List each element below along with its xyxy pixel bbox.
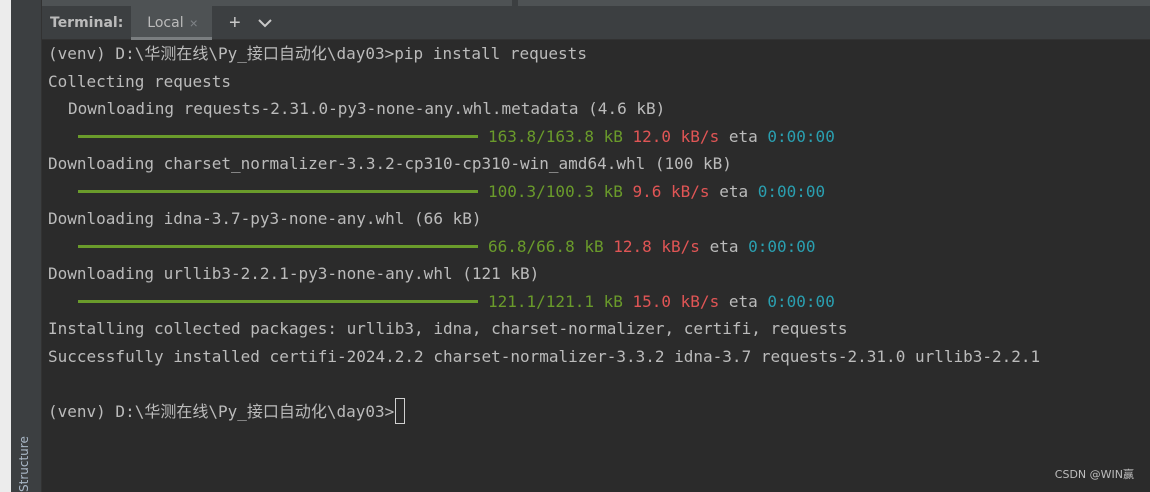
structure-tab-label: Structure bbox=[17, 436, 31, 492]
structure-side-tab[interactable]: Structure bbox=[17, 436, 35, 492]
progress-bar bbox=[78, 189, 478, 193]
progress-speed: 12.0 kB/s bbox=[632, 126, 720, 146]
progress-eta-label: eta bbox=[728, 291, 758, 311]
progress-size: 100.3/100.3 kB bbox=[488, 181, 623, 201]
progress-bar bbox=[78, 134, 478, 138]
progress-speed: 9.6 kB/s bbox=[632, 181, 710, 201]
add-terminal-button[interactable]: + bbox=[224, 12, 246, 34]
tab-local[interactable]: Local × bbox=[131, 5, 213, 40]
terminal-line-download: Downloading idna-3.7-py3-none-any.whl (6… bbox=[48, 209, 482, 228]
progress-line: 100.3/100.3 kB 9.6 kB/s eta 0:00:00 bbox=[48, 178, 1150, 206]
progress-bar bbox=[78, 244, 478, 248]
side-toolbar: Structure bbox=[11, 0, 42, 492]
progress-speed: 15.0 kB/s bbox=[632, 291, 720, 311]
terminal-options-button[interactable] bbox=[254, 12, 276, 34]
prompt-text: (venv) D:\华测在线\Py_接口自动化\day03> bbox=[48, 401, 395, 421]
progress-eta-label: eta bbox=[728, 126, 758, 146]
left-window-edge bbox=[0, 0, 11, 492]
progress-speed: 12.8 kB/s bbox=[613, 236, 700, 256]
text-cursor bbox=[395, 398, 406, 424]
progress-line: 66.8/66.8 kB 12.8 kB/s eta 0:00:00 bbox=[48, 233, 1150, 261]
chevron-down-icon bbox=[258, 18, 272, 27]
progress-bar bbox=[78, 299, 478, 303]
watermark: CSDN @WIN赢 bbox=[1054, 468, 1134, 481]
terminal-line-installing: Installing collected packages: urllib3, … bbox=[48, 319, 848, 338]
terminal-line-command: (venv) D:\华测在线\Py_接口自动化\day03>pip instal… bbox=[48, 44, 587, 63]
terminal-line-prompt[interactable]: (venv) D:\华测在线\Py_接口自动化\day03> bbox=[48, 398, 1150, 426]
progress-eta: 0:00:00 bbox=[767, 126, 835, 146]
terminal-line-success: Successfully installed certifi-2024.2.2 … bbox=[48, 346, 1041, 366]
terminal-line-download: Downloading charset_normalizer-3.3.2-cp3… bbox=[48, 154, 732, 173]
progress-line: 121.1/121.1 kB 15.0 kB/s eta 0:00:00 bbox=[48, 288, 1150, 316]
terminal-header: Terminal: Local × + bbox=[42, 5, 1150, 40]
terminal-line-collecting: Collecting requests bbox=[48, 71, 232, 91]
progress-eta-label: eta bbox=[709, 236, 739, 256]
plus-icon: + bbox=[228, 11, 241, 34]
progress-size: 66.8/66.8 kB bbox=[488, 236, 604, 256]
progress-eta: 0:00:00 bbox=[767, 291, 835, 311]
tab-local-label: Local bbox=[147, 14, 184, 31]
close-icon[interactable]: × bbox=[190, 16, 198, 30]
progress-size: 163.8/163.8 kB bbox=[488, 126, 623, 146]
progress-eta: 0:00:00 bbox=[757, 181, 826, 201]
progress-eta: 0:00:00 bbox=[748, 236, 816, 256]
terminal-title: Terminal: bbox=[50, 14, 124, 31]
progress-size: 121.1/121.1 kB bbox=[488, 291, 623, 311]
terminal-tool-window: Terminal: Local × + (venv) D:\华测在线\Py_接口… bbox=[42, 0, 1150, 492]
terminal-output[interactable]: (venv) D:\华测在线\Py_接口自动化\day03>pip instal… bbox=[42, 41, 1150, 492]
progress-eta-label: eta bbox=[719, 181, 749, 201]
terminal-line-download: Downloading requests-2.31.0-py3-none-any… bbox=[68, 99, 666, 118]
progress-line: 163.8/163.8 kB 12.0 kB/s eta 0:00:00 bbox=[48, 123, 1150, 151]
terminal-line-download: Downloading urllib3-2.2.1-py3-none-any.w… bbox=[48, 264, 540, 283]
